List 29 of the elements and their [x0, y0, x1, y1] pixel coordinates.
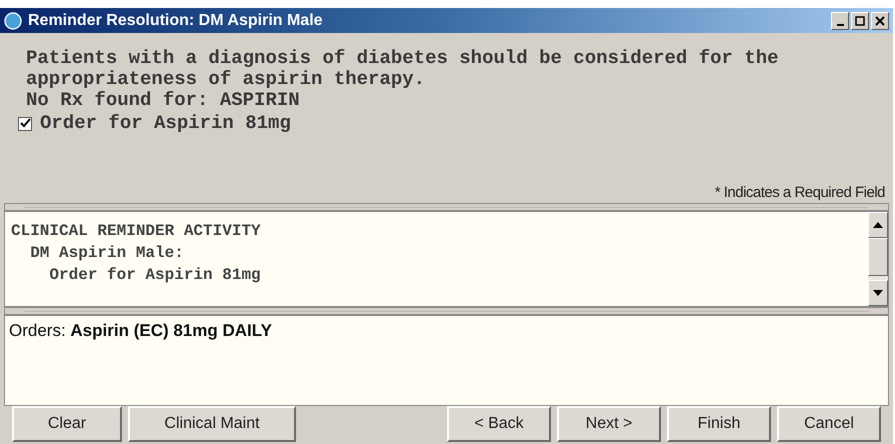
app-icon — [4, 12, 22, 30]
window-title: Reminder Resolution: DM Aspirin Male — [28, 10, 324, 30]
order-checkbox[interactable]: Order for Aspirin 81mg — [18, 113, 867, 134]
dialog-button[interactable]: < Back — [447, 406, 551, 442]
message-text: Patients with a diagnosis of diabetes should be considered for the — [26, 48, 780, 69]
message-text: appropriateness of aspirin therapy. — [26, 69, 426, 90]
dialog-button[interactable]: Finish — [667, 406, 771, 442]
activity-line: DM Aspirin Male: — [29, 243, 185, 264]
message-text: No Rx found for: ASPIRIN — [26, 90, 301, 111]
minimize-icon — [836, 24, 844, 26]
activity-line: Order for Aspirin 81mg — [48, 265, 262, 286]
maximize-button[interactable] — [851, 12, 869, 30]
close-icon — [875, 16, 885, 26]
checkbox[interactable] — [18, 116, 32, 130]
dialog-button[interactable]: Next > — [557, 406, 661, 442]
scrollbar[interactable] — [868, 212, 888, 306]
scroll-up-icon — [873, 222, 883, 228]
scroll-thumb[interactable] — [868, 238, 888, 276]
activity-text-area[interactable]: CLINICAL REMINDER ACTIVITY DM Aspirin Male: Order for Aspirin 81mg — [4, 211, 889, 307]
required-note: * Indicates a Required Field — [714, 183, 885, 203]
dialog-button[interactable]: Clinical Maint — [128, 406, 296, 442]
scroll-down-icon — [873, 290, 883, 296]
maximize-icon — [855, 16, 865, 26]
dialog-button[interactable]: Cancel — [777, 406, 881, 442]
dialog-button[interactable]: Clear — [12, 406, 122, 442]
close-button[interactable] — [871, 12, 889, 30]
minimize-button[interactable] — [831, 12, 849, 30]
orders-text: Orders: Aspirin (EC) 81mg DAILY — [9, 321, 272, 340]
activity-line: CLINICAL REMINDER ACTIVITY — [11, 221, 262, 242]
